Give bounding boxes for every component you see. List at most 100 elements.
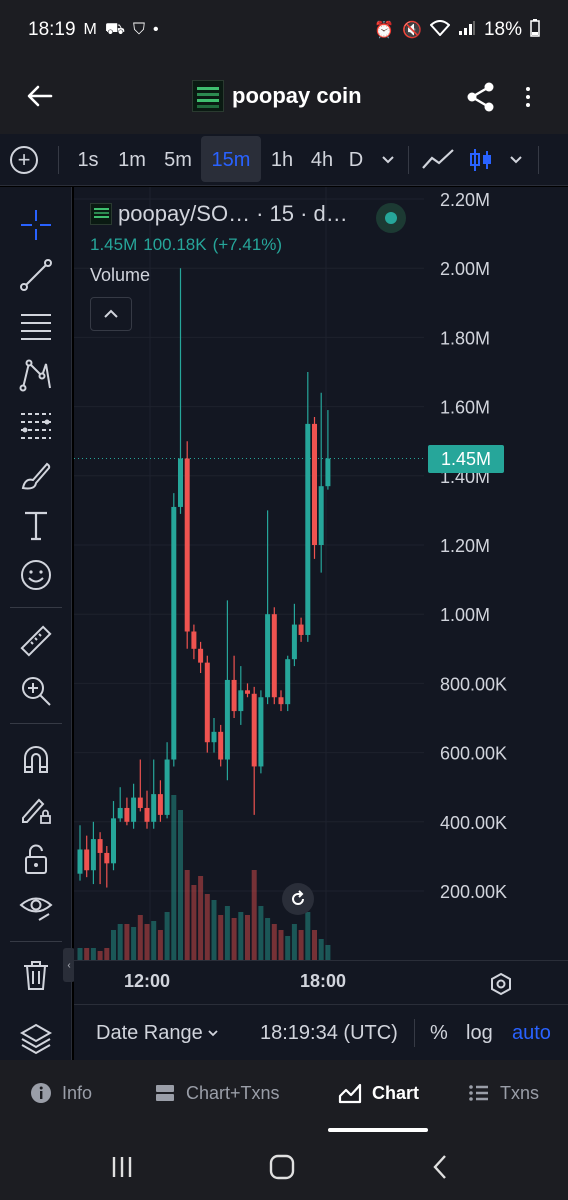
- info-icon: [31, 1083, 51, 1103]
- status-time: 18:19: [28, 19, 76, 40]
- current-value-label: 1.45M: [428, 445, 504, 473]
- trend-line-tool[interactable]: [16, 255, 56, 295]
- volume-bar: [164, 912, 170, 960]
- candle-body: [265, 614, 271, 698]
- y-tick-label: 800.00K: [440, 674, 507, 694]
- timeframe-4h[interactable]: 4h: [304, 134, 340, 186]
- percent-scale-toggle[interactable]: %: [430, 1005, 448, 1061]
- tab-info[interactable]: Info: [30, 1060, 92, 1126]
- auto-scale-toggle[interactable]: auto: [512, 1005, 551, 1061]
- tab-info-label: Info: [62, 1082, 93, 1103]
- candle-body: [251, 693, 257, 767]
- volume-bar: [218, 915, 224, 960]
- chart-settings-button[interactable]: [488, 971, 514, 997]
- bottom-tab-bar: Info Chart+Txns Chart Txns: [0, 1060, 568, 1134]
- chart-area[interactable]: 2.20M 2.00M 1.80M 1.60M 1.40M 1.20M 1.00M 800.0…: [74, 187, 568, 1003]
- volume-bar: [191, 885, 197, 960]
- brush-tool[interactable]: [16, 455, 56, 495]
- text-tool[interactable]: [16, 505, 56, 545]
- fib-tool[interactable]: [16, 405, 56, 445]
- more-options-button[interactable]: [514, 80, 542, 114]
- log-scale-toggle[interactable]: log: [466, 1005, 493, 1061]
- candle-body: [245, 690, 250, 694]
- fibonacci-icon: [21, 413, 51, 439]
- timeframe-1h[interactable]: 1h: [264, 134, 300, 186]
- line-chart-type-button[interactable]: [420, 146, 456, 174]
- volume-bar: [271, 924, 277, 960]
- reset-chart-button[interactable]: [282, 883, 314, 915]
- candles-chart-type-button[interactable]: [466, 146, 496, 174]
- remove-drawings-tool[interactable]: [16, 955, 56, 995]
- candle-body: [178, 458, 183, 507]
- timeframe-dropdown-button[interactable]: [374, 146, 402, 174]
- volume-bar: [184, 870, 190, 960]
- market-status-indicator[interactable]: [376, 203, 406, 233]
- back-button[interactable]: [22, 78, 58, 114]
- page-title: poopay coin: [192, 80, 362, 112]
- candle-body: [111, 818, 116, 864]
- volume-bar: [251, 870, 257, 960]
- timeframe-5m[interactable]: 5m: [158, 134, 198, 186]
- magnet-tool[interactable]: [16, 739, 56, 779]
- add-indicator-button[interactable]: +: [10, 146, 38, 174]
- volume-bar: [325, 945, 331, 960]
- timeframe-1s[interactable]: 1s: [70, 134, 106, 186]
- timeframe-15m[interactable]: 15m: [201, 134, 261, 186]
- time-axis[interactable]: 12:00 18:00: [74, 960, 568, 1004]
- symbol-logo: [90, 203, 112, 225]
- hide-drawings-tool[interactable]: [16, 887, 56, 927]
- parallel-lines-icon: [21, 314, 51, 340]
- zoom-tool[interactable]: [16, 671, 56, 711]
- tab-txns[interactable]: Txns: [468, 1060, 539, 1126]
- volume-bar: [77, 948, 83, 960]
- volume-indicator-label[interactable]: Volume: [90, 265, 390, 286]
- candle-body: [318, 486, 324, 545]
- candle-body: [218, 731, 224, 760]
- tab-chart-txns[interactable]: Chart+Txns: [154, 1060, 280, 1126]
- legend-collapse-button[interactable]: [90, 297, 132, 331]
- tab-chart[interactable]: Chart: [338, 1060, 419, 1126]
- volume-bar: [84, 948, 90, 960]
- dot-icon: •: [153, 21, 159, 38]
- page-title-text: poopay coin: [232, 83, 362, 108]
- layers-tool[interactable]: [16, 1019, 56, 1059]
- toolbar-divider: [408, 146, 409, 174]
- crosshair-tool[interactable]: [16, 205, 56, 245]
- candle-body: [104, 852, 110, 864]
- chart-type-dropdown-button[interactable]: [502, 146, 530, 174]
- horizontal-lines-tool[interactable]: [16, 305, 56, 345]
- volume-bar: [318, 939, 324, 960]
- candle-body: [211, 731, 217, 743]
- lock-drawings-tool[interactable]: [16, 789, 56, 829]
- app-header: poopay coin: [0, 60, 568, 134]
- alarm-icon: ⏰: [374, 22, 395, 39]
- candle-body: [191, 631, 197, 649]
- lock-tool[interactable]: [16, 839, 56, 879]
- trend-line-icon: [422, 149, 454, 169]
- timeframe-1m[interactable]: 1m: [112, 134, 152, 186]
- ruler-icon: [20, 625, 52, 657]
- recent-apps-button[interactable]: [102, 1150, 142, 1184]
- timeframe-d[interactable]: D: [344, 134, 368, 186]
- symbol-name[interactable]: poopay/SO…: [118, 201, 250, 227]
- candle-body: [164, 759, 170, 815]
- utc-time-button[interactable]: 18:19:34 (UTC): [260, 1005, 398, 1061]
- system-back-button[interactable]: [420, 1150, 460, 1184]
- home-button[interactable]: [262, 1150, 302, 1184]
- price-chart[interactable]: 2.20M2.00M1.80M1.60M1.40M1.20M1.00M800.0…: [74, 187, 568, 960]
- measure-tool[interactable]: [16, 621, 56, 661]
- symbol-interval: · 15 · d…: [256, 201, 348, 226]
- battery-percent: 18%: [483, 19, 522, 40]
- share-button[interactable]: [464, 80, 498, 114]
- pattern-tool[interactable]: [16, 355, 56, 395]
- candlestick-icon: [470, 149, 491, 171]
- volume-bar: [291, 924, 297, 960]
- y-tick-label: 1.60M: [440, 398, 490, 418]
- emoji-tool[interactable]: [16, 555, 56, 595]
- y-tick-label: 600.00K: [440, 744, 507, 764]
- date-range-button[interactable]: Date Range: [96, 1005, 223, 1061]
- back-chevron-icon: [433, 1155, 446, 1179]
- volume-bar: [90, 948, 96, 960]
- list-icon: [469, 1085, 488, 1101]
- chevron-up-icon: [104, 309, 118, 318]
